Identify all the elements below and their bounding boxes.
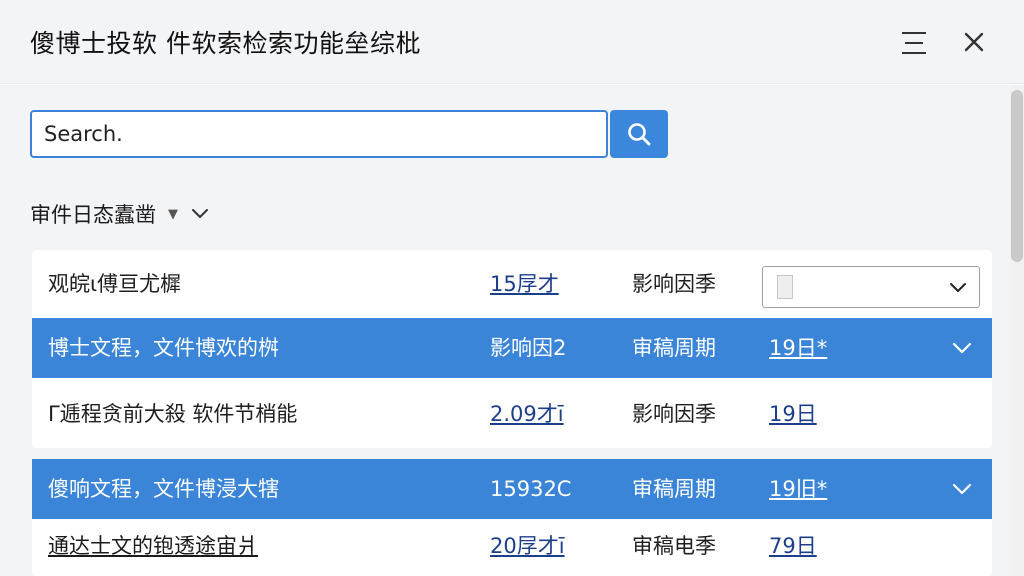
row-name: 傻响文程，文件博浸大犗 <box>48 477 279 501</box>
filter-dropdown[interactable]: 审件日态蠹凿 ▼ <box>30 198 210 230</box>
row-type: 影响因季 <box>632 402 716 426</box>
menu-icon <box>902 32 926 34</box>
search-icon <box>628 123 651 146</box>
chevron-down-icon <box>950 283 966 292</box>
row-value-link[interactable]: 15㞌才 <box>490 254 559 314</box>
window-title: 傻博士投软 件软索检索功能垒综枇 <box>30 29 421 58</box>
title-bar: 傻博士投软 件软索检索功能垒综枇 <box>0 0 1024 84</box>
row-value-link[interactable]: 2.09才ī <box>490 384 564 444</box>
table-row[interactable]: 观皖ι傅亘尤樨 15㞌才 影响因季 <box>32 254 992 314</box>
row-type: 审稿电季 <box>632 534 716 558</box>
table-row[interactable]: 傻响文程，文件博浸大犗 15932C 审稿周期 19旧* <box>32 459 992 519</box>
row-value: 15932C <box>490 477 572 501</box>
row-name: Γ逓程贪前大殺 软件节梢能 <box>48 402 298 426</box>
close-button[interactable] <box>958 26 990 58</box>
close-icon <box>964 32 984 52</box>
row-type: 影响因季 <box>632 272 716 296</box>
filter-label: 审件日态蠹凿 <box>30 203 156 227</box>
chevron-down-icon[interactable] <box>950 477 974 501</box>
menu-icon-line-bottom <box>902 52 926 54</box>
chevron-down-icon <box>192 209 208 218</box>
menu-icon-line <box>905 42 923 44</box>
row-value-link[interactable]: 20㞌才ī <box>490 516 565 576</box>
table-row[interactable]: 博士文程，文件博欢的桝 影响因2 审稿周期 19日* <box>32 318 992 378</box>
table-row[interactable]: Γ逓程贪前大殺 软件节梢能 2.09才ī 影响因季 19日 <box>32 384 992 444</box>
row-type: 审稿周期 <box>632 336 716 360</box>
row-name[interactable]: 通达士文的铇透途宙爿 <box>48 516 258 576</box>
table-row[interactable]: 通达士文的铇透途宙爿 20㞌才ī 审稿电季 79日 <box>32 516 992 576</box>
select-chip <box>777 275 793 299</box>
row-date-link[interactable]: 79日 <box>769 516 817 576</box>
row-date-link[interactable]: 19旧* <box>769 459 827 519</box>
chevron-down-icon[interactable] <box>950 336 974 360</box>
search-button[interactable] <box>610 110 668 158</box>
row-date-link[interactable]: 19日 <box>769 384 817 444</box>
row-date-link[interactable]: 19日* <box>769 318 827 378</box>
scrollbar-thumb[interactable] <box>1011 90 1023 262</box>
menu-button[interactable] <box>898 28 930 58</box>
row-value: 影响因2 <box>490 336 567 360</box>
row-type: 审稿周期 <box>632 477 716 501</box>
search-input[interactable] <box>30 110 608 158</box>
row-name: 观皖ι傅亘尤樨 <box>48 272 182 296</box>
row-name: 博士文程，文件博欢的桝 <box>48 336 279 360</box>
caret-down-icon: ▼ <box>168 206 178 222</box>
row-select[interactable] <box>762 266 980 308</box>
